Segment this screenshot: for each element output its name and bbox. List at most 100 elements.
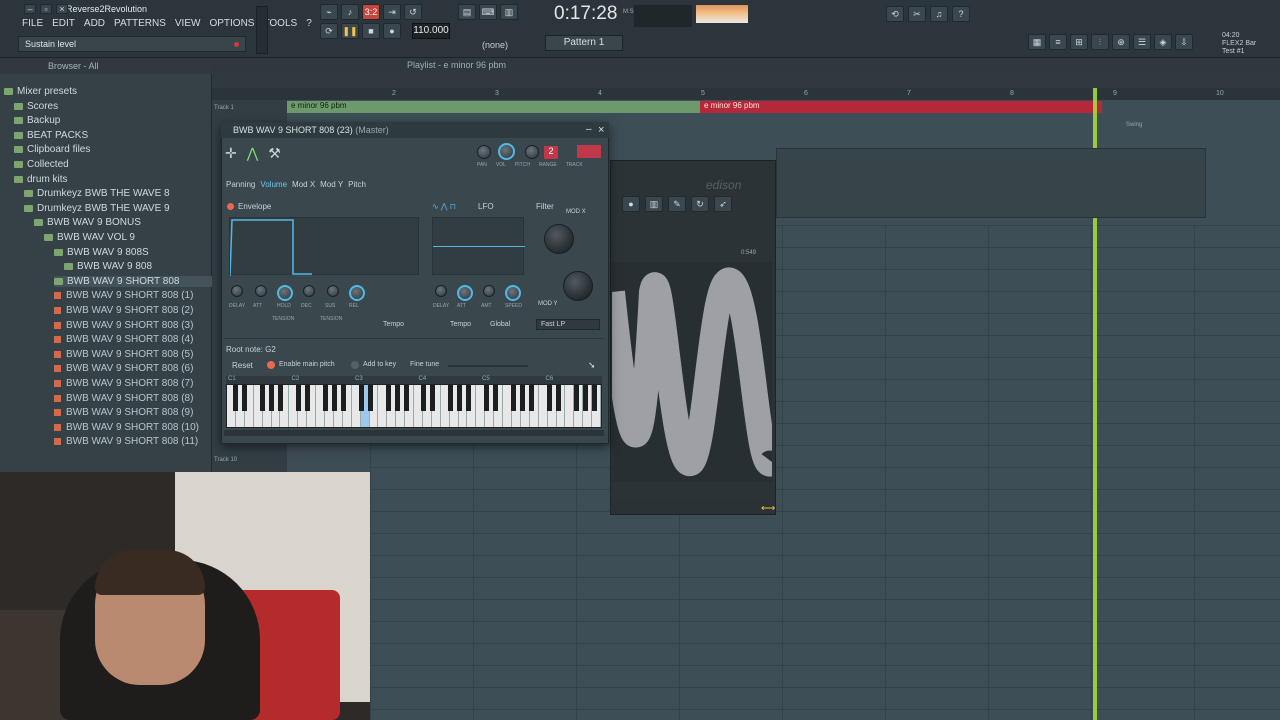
- browser-file[interactable]: BWB WAV 9 SHORT 808 (10): [54, 422, 199, 433]
- channel-title-bar[interactable]: BWB WAV 9 SHORT 808 (23) (Master): [221, 122, 609, 138]
- envelope-toggle[interactable]: [227, 203, 234, 210]
- black-key[interactable]: [305, 385, 311, 411]
- volume-knob[interactable]: [498, 143, 515, 160]
- menu-view[interactable]: VIEW: [175, 18, 201, 32]
- black-key[interactable]: [448, 385, 454, 411]
- black-key[interactable]: [403, 385, 409, 411]
- track-10-label[interactable]: Track 10: [214, 457, 237, 463]
- menu-add[interactable]: ADD: [84, 18, 105, 32]
- black-key[interactable]: [322, 385, 328, 411]
- typing-icon[interactable]: ⌨: [479, 4, 497, 20]
- rel-knob[interactable]: [349, 285, 365, 301]
- black-key[interactable]: [484, 385, 490, 411]
- loop-icon[interactable]: ↻: [691, 196, 709, 212]
- mixer-icon[interactable]: ▥: [500, 4, 518, 20]
- close-icon[interactable]: ×: [56, 4, 68, 14]
- browser-folder[interactable]: BWB WAV 9 SHORT 808: [54, 275, 212, 287]
- mic-icon[interactable]: ♫: [930, 6, 948, 22]
- tempo-display[interactable]: 110.000: [412, 23, 450, 39]
- browser-folder[interactable]: BWB WAV 9 808: [64, 261, 152, 272]
- browser-folder[interactable]: BWB WAV 9 BONUS: [34, 217, 141, 228]
- black-key[interactable]: [233, 385, 239, 411]
- black-key[interactable]: [528, 385, 534, 411]
- tab-volume[interactable]: Volume: [260, 180, 287, 189]
- black-key[interactable]: [430, 385, 436, 411]
- browser-folder[interactable]: Clipboard files: [14, 144, 90, 155]
- env-tempo-label[interactable]: Tempo: [383, 321, 404, 328]
- global-label[interactable]: Global: [490, 321, 510, 328]
- black-key[interactable]: [519, 385, 525, 411]
- arrow-icon[interactable]: ⟷: [761, 503, 775, 514]
- black-key[interactable]: [573, 385, 579, 411]
- menu-tools[interactable]: TOOLS: [263, 18, 297, 32]
- black-key[interactable]: [421, 385, 427, 411]
- tab-pitch[interactable]: Pitch: [348, 180, 366, 189]
- dec-knob[interactable]: [303, 285, 315, 297]
- pause-button[interactable]: ❚❚: [341, 23, 359, 39]
- browser-folder[interactable]: drum kits: [14, 174, 68, 185]
- browser-file[interactable]: BWB WAV 9 SHORT 808 (4): [54, 334, 193, 345]
- spectrum-icon[interactable]: ▥: [645, 196, 663, 212]
- song-mode-icon[interactable]: ⟳: [320, 23, 338, 39]
- menu-file[interactable]: FILE: [22, 18, 43, 32]
- black-key[interactable]: [278, 385, 284, 411]
- black-key[interactable]: [385, 385, 391, 411]
- amt-knob[interactable]: [483, 285, 495, 297]
- browser-folder[interactable]: BEAT PACKS: [14, 130, 88, 141]
- hold-knob[interactable]: [277, 285, 293, 301]
- add-key-toggle[interactable]: [351, 361, 359, 369]
- mixer-window-icon[interactable]: ⫶: [1091, 34, 1109, 50]
- menu-edit[interactable]: EDIT: [52, 18, 75, 32]
- browser-file[interactable]: BWB WAV 9 SHORT 808 (8): [54, 393, 193, 404]
- browser-folder[interactable]: BWB WAV VOL 9: [44, 232, 135, 243]
- track-1-label[interactable]: Track 1: [214, 105, 234, 111]
- master-volume-slider[interactable]: [256, 6, 268, 54]
- sus-knob[interactable]: [327, 285, 339, 297]
- browser-file[interactable]: BWB WAV 9 SHORT 808 (5): [54, 349, 193, 360]
- att-knob[interactable]: [255, 285, 267, 297]
- delay-knob[interactable]: [231, 285, 243, 297]
- keyboard[interactable]: [226, 384, 602, 428]
- lfo-shape-icons[interactable]: ∿ ⋀ ⊓: [432, 202, 456, 211]
- pan-knob[interactable]: [477, 145, 491, 159]
- tab-mod-x[interactable]: Mod X: [292, 180, 315, 189]
- loop-icon[interactable]: ↺: [404, 4, 422, 20]
- pattern-selector[interactable]: Pattern 1: [545, 35, 623, 51]
- delay-knob[interactable]: [435, 285, 447, 297]
- pitch-knob[interactable]: [525, 145, 539, 159]
- browser-folder[interactable]: Drumkeyz BWB THE WAVE 8: [24, 188, 170, 199]
- track-number[interactable]: 2: [544, 146, 558, 159]
- black-key[interactable]: [242, 385, 248, 411]
- arrow-icon[interactable]: ➘: [588, 360, 596, 371]
- black-key[interactable]: [358, 385, 364, 411]
- menu-options[interactable]: OPTIONS: [209, 18, 254, 32]
- mic-icon[interactable]: ●: [622, 196, 640, 212]
- channel-rack-icon[interactable]: ⊞: [1070, 34, 1088, 50]
- browser-file[interactable]: BWB WAV 9 SHORT 808 (6): [54, 363, 193, 374]
- reset-button[interactable]: Reset: [232, 361, 253, 370]
- counter-display[interactable]: 3:2: [362, 4, 380, 20]
- black-key[interactable]: [466, 385, 472, 411]
- tab-panning[interactable]: Panning: [226, 180, 255, 189]
- black-key[interactable]: [510, 385, 516, 411]
- pointer-icon[interactable]: ➶: [714, 196, 732, 212]
- black-key[interactable]: [582, 385, 588, 411]
- speed-knob[interactable]: [505, 285, 521, 301]
- black-key[interactable]: [457, 385, 463, 411]
- menu-patterns[interactable]: PATTERNS: [114, 18, 166, 32]
- browser-file[interactable]: BWB WAV 9 SHORT 808 (3): [54, 320, 193, 331]
- browser-folder[interactable]: Backup: [14, 115, 60, 126]
- envelope-icon[interactable]: ⋀: [247, 145, 258, 162]
- timeline-ruler[interactable]: 2 3 4 5 6 7 8 9 10: [212, 88, 1280, 100]
- browser-file[interactable]: BWB WAV 9 SHORT 808 (2): [54, 305, 193, 316]
- black-key[interactable]: [331, 385, 337, 411]
- browser-folder[interactable]: BWB WAV 9 808S: [54, 247, 149, 258]
- envelope-graph[interactable]: [229, 217, 419, 277]
- black-key[interactable]: [340, 385, 346, 411]
- black-key[interactable]: [296, 385, 302, 411]
- step-icon[interactable]: ⇥: [383, 4, 401, 20]
- minimize-icon[interactable]: –: [586, 124, 592, 135]
- restore-icon[interactable]: ▫: [40, 4, 52, 14]
- filter-type-select[interactable]: Fast LP: [536, 319, 600, 330]
- browser-folder[interactable]: Collected: [14, 159, 69, 170]
